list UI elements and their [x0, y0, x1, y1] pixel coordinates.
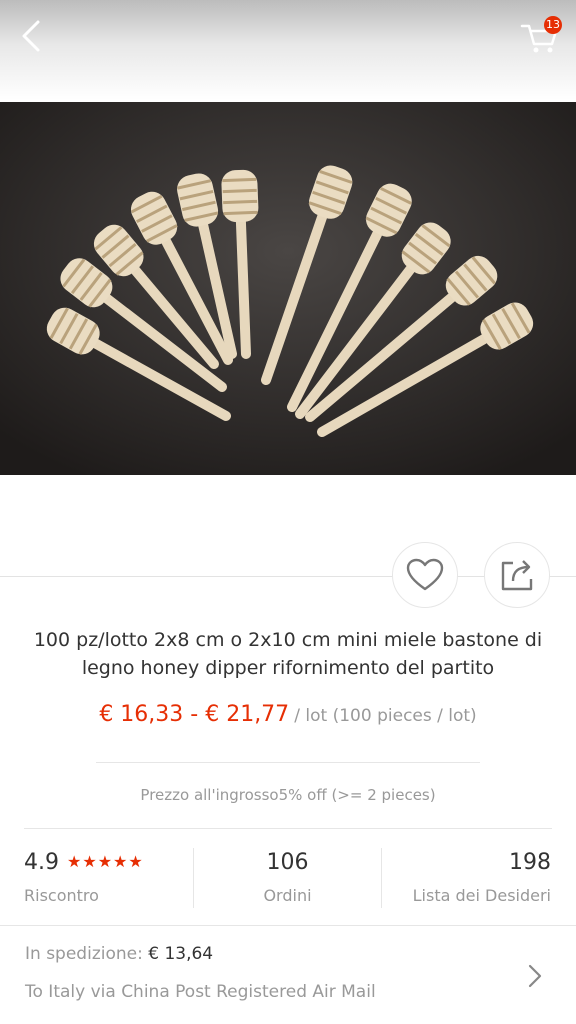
heart-icon — [406, 558, 444, 591]
price-range: € 16,33 - € 21,77 — [99, 702, 290, 727]
back-button[interactable] — [14, 16, 54, 56]
top-bar: 13 — [0, 0, 576, 100]
orders-stat: 106 Ordini — [194, 830, 381, 925]
rating-label: Riscontro — [24, 886, 99, 905]
rating-stat[interactable]: 4.9 ★★★★★ Riscontro — [24, 830, 194, 925]
wholesale-price: Prezzo all'ingrosso5% off (>= 2 pieces) — [140, 786, 436, 804]
wishlist-label: Lista dei Desideri — [412, 886, 551, 905]
price-unit: / lot (100 pieces / lot) — [294, 706, 477, 726]
product-title: 100 pz/lotto 2x8 cm o 2x10 cm mini miele… — [33, 629, 543, 679]
divider — [0, 925, 576, 926]
price-row: € 16,33 - € 21,77 / lot (100 pieces / lo… — [0, 702, 576, 727]
wishlist-value: 198 — [509, 850, 551, 875]
stats-row: 4.9 ★★★★★ Riscontro 106 Ordini 198 Lista … — [0, 830, 576, 925]
chevron-left-icon — [22, 20, 40, 52]
rating-stars: ★★★★★ — [67, 852, 144, 871]
share-icon — [501, 560, 533, 591]
chevron-right-icon — [528, 964, 542, 988]
divider — [24, 828, 552, 829]
honey-dipper-photo — [0, 102, 576, 475]
shipping-cost: € 13,64 — [148, 944, 214, 964]
favorite-button[interactable] — [392, 542, 458, 608]
wishlist-stat: 198 Lista dei Desideri — [382, 830, 551, 925]
rating-value-row: 4.9 ★★★★★ — [24, 850, 144, 875]
rating-value: 4.9 — [24, 850, 59, 875]
divider — [96, 762, 480, 763]
shipping-cost-row: In spedizione: € 13,64 — [25, 944, 213, 964]
cart-count-badge: 13 — [544, 16, 562, 34]
product-image[interactable] — [0, 102, 576, 475]
orders-label: Ordini — [263, 886, 312, 905]
cart-button[interactable]: 13 — [518, 14, 562, 58]
orders-value: 106 — [266, 850, 309, 875]
shipping-method: To Italy via China Post Registered Air M… — [25, 982, 376, 1002]
share-button[interactable] — [484, 542, 550, 608]
shipping-label: In spedizione: — [25, 944, 143, 964]
